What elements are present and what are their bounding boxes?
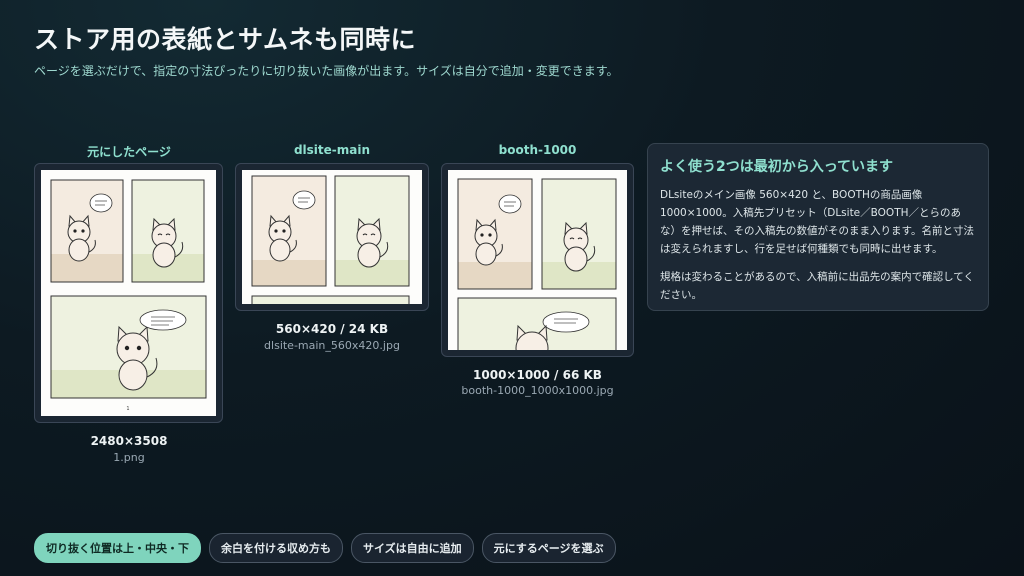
source-page-label: 元にしたページ xyxy=(87,145,171,159)
speech-bubble-icon xyxy=(139,309,187,331)
source-page-filename: 1.png xyxy=(113,451,145,464)
dlsite-main-thumbnail[interactable] xyxy=(235,163,429,311)
booth-1000-label: booth-1000 xyxy=(498,143,577,157)
chip-crop-position[interactable]: 切り抜く位置は上・中央・下 xyxy=(34,533,201,563)
info-heading: よく使う2つは最初から入っています xyxy=(660,159,894,175)
dlsite-main-size: 560×420 / 24 KB xyxy=(275,322,389,336)
chip-custom-size[interactable]: サイズは自由に追加 xyxy=(351,533,474,563)
crop-preview-art xyxy=(457,178,617,350)
source-page-thumbnail[interactable]: 1 xyxy=(34,163,223,423)
dlsite-main-filename: dlsite-main_560x420.jpg xyxy=(264,339,400,352)
page-number: 1 xyxy=(126,406,129,412)
speech-bubble-icon xyxy=(542,311,590,333)
booth-1000-thumbnail[interactable] xyxy=(441,163,634,357)
speech-bubble-icon xyxy=(498,194,522,214)
page-title: ストア用の表紙とサムネも同時に xyxy=(34,25,417,54)
dlsite-main-label: dlsite-main xyxy=(293,143,371,157)
crop-preview-art xyxy=(251,175,410,304)
info-body: DLsiteのメイン画像 560×420 と、BOOTHの商品画像 1000×1… xyxy=(660,189,974,255)
chip-select-page[interactable]: 元にするページを選ぶ xyxy=(481,533,616,563)
crop-preview xyxy=(448,170,627,350)
manga-page-art: 1 xyxy=(50,179,207,412)
page-subtitle: ページを選ぶだけで、指定の寸法ぴったりに切り抜いた画像が出ます。サイズは自分で追… xyxy=(34,64,619,78)
info-note: 規格は変わることがあるので、入稿前に出品先の案内で確認してください。 xyxy=(660,271,974,301)
info-panel: よく使う2つは最初から入っています DLsiteのメイン画像 560×420 と… xyxy=(647,143,989,311)
booth-1000-size: 1000×1000 / 66 KB xyxy=(473,368,602,382)
feature-chips: 切り抜く位置は上・中央・下 余白を付ける収め方も サイズは自由に追加 元にするペ… xyxy=(34,533,616,563)
speech-bubble-icon xyxy=(292,190,316,210)
crop-preview xyxy=(242,170,422,304)
booth-1000-filename: booth-1000_1000x1000.jpg xyxy=(461,384,614,397)
speech-bubble-icon xyxy=(89,193,113,213)
source-page-size: 2480×3508 xyxy=(90,434,168,448)
chip-padding-fit[interactable]: 余白を付ける収め方も xyxy=(209,533,343,563)
manga-page: 1 xyxy=(41,170,216,416)
